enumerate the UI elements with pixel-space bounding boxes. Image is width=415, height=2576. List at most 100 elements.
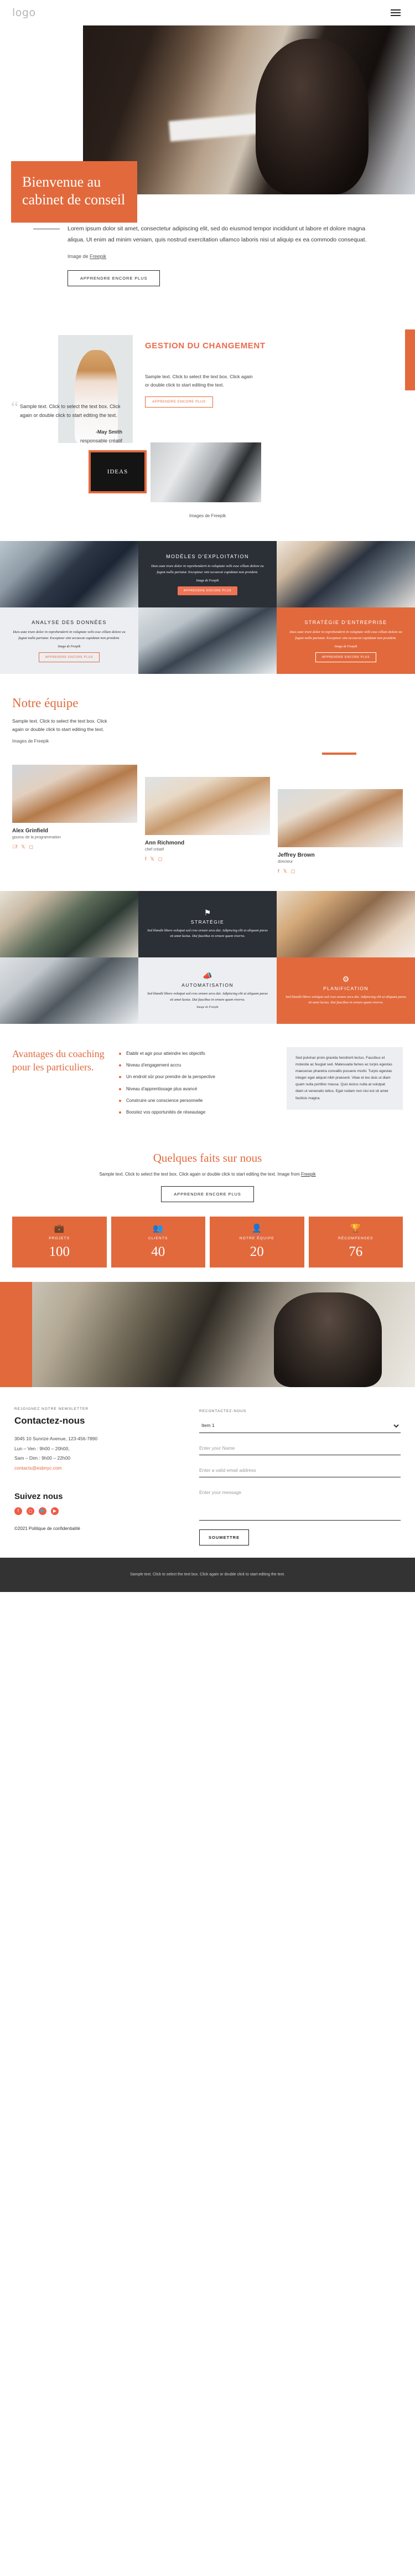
counter-clients: 👥 CLIENTS 40 (111, 1217, 205, 1268)
change-cta-button[interactable]: APPRENDRE ENCORE PLUS (145, 396, 213, 408)
member-socials: f 𝕏 ◻ (12, 844, 137, 850)
facts-heading: Quelques faits sur nous (153, 1151, 262, 1165)
service-credit: Image de Freepik (196, 579, 219, 583)
counter-projects: 💼 PROJETS 100 (12, 1217, 107, 1268)
submit-button[interactable]: SOUMETTRE (199, 1529, 250, 1546)
name-field[interactable] (199, 1442, 401, 1456)
trophy-icon: 🏆 (350, 1224, 361, 1234)
member-photo (278, 789, 403, 847)
instagram-icon[interactable]: ◻ (27, 1507, 34, 1515)
site-header: logo (0, 0, 415, 25)
counter-label: NOTRE ÉQUIPE (239, 1237, 274, 1241)
form-label: RECONTACTEZ-NOUS (199, 1409, 247, 1414)
testimonial-quote: “ Sample text. Click to select the text … (11, 399, 122, 446)
facebook-icon[interactable]: f (145, 856, 147, 862)
testimonial-author: -May Smith (95, 429, 122, 435)
list-item: Un endroit sûr pour prendre de la perspe… (119, 1074, 277, 1085)
contact-address: 3045 10 Sunrize Avenue, 123-456-7890 (14, 1436, 98, 1442)
service-credit: Image de Freepik (334, 645, 357, 649)
instagram-icon[interactable]: ◻ (291, 868, 295, 874)
follow-block: Suivez nous f ◻ 🐦 ▶ (14, 1492, 180, 1515)
contact-heading: Contactez-nous (14, 1415, 85, 1426)
twitter-icon[interactable]: 🐦 (39, 1507, 46, 1515)
service-cta-button[interactable]: APPRENDRE ENCORE PLUS (38, 652, 100, 663)
coaching-section: Avantages du coaching pour les particuli… (0, 1023, 415, 1140)
member-name: Jeffrey Brown (278, 852, 315, 858)
team-icon: 👤 (251, 1224, 262, 1234)
team-section: Notre équipe Sample text. Click to selec… (0, 674, 415, 765)
service-card-business-strategy: STRATÉGIE D'ENTREPRISE Duis aute irure d… (277, 607, 415, 674)
service-image-1 (0, 540, 138, 607)
hamburger-icon[interactable] (388, 7, 403, 18)
features-grid: ⚑ STRATÉGIE Sed blandit libero volutpat … (0, 890, 415, 1024)
facts-credit-link[interactable]: Freepik (301, 1172, 316, 1177)
quote-mark-icon: “ (11, 398, 19, 416)
desk-image (151, 442, 261, 502)
list-item: Établir et agir pour atteindre les objec… (119, 1050, 277, 1062)
message-field[interactable] (199, 1486, 401, 1521)
service-image-3 (138, 607, 277, 674)
team-members: Alex Grinfield gourou de la programmatio… (0, 764, 415, 891)
twitter-icon[interactable]: 𝕏 (21, 844, 25, 850)
instagram-icon[interactable]: ◻ (158, 856, 162, 862)
social-links: f ◻ 🐦 ▶ (14, 1507, 180, 1515)
feature-title: STRATÉGIE (190, 919, 225, 925)
copyright: ©2021 Politique de confidentialité (14, 1526, 80, 1531)
logo[interactable]: logo (12, 7, 36, 19)
team-member: Ann Richmond chef créatif f 𝕏 ◻ (145, 776, 270, 862)
feature-title: AUTOMATISATION (181, 982, 234, 988)
list-item: Boostez vos opportunités de réseautage (119, 1109, 277, 1121)
feature-body: Sed blandit libero volutpat sed cras orn… (147, 992, 268, 1002)
facebook-icon[interactable]: f (12, 844, 17, 850)
change-body-text: Sample text. Click to select the text bo… (145, 373, 253, 388)
footer-bar: Sample text. Click to select the text bo… (0, 1558, 415, 1592)
member-role: directeur (278, 859, 293, 864)
services-grid: MODÈLES D'EXPLOITATION Duis aute irure d… (0, 540, 415, 674)
feature-card-planning: ⚙ PLANIFICATION Sed blandit libero volut… (277, 957, 415, 1024)
list-item: Niveau d'engagement accru (119, 1062, 277, 1074)
service-title: ANALYSE DES DONNÉES (32, 619, 107, 625)
service-credit: Image de Freepik (58, 645, 81, 649)
member-name: Alex Grinfield (12, 827, 49, 834)
youtube-icon[interactable]: ▶ (51, 1507, 59, 1515)
feature-image-3 (0, 957, 138, 1024)
hero-cta-button[interactable]: APPRENDRE ENCORE PLUS (68, 270, 160, 286)
team-heading: Notre équipe (12, 695, 79, 710)
coaching-heading: Avantages du coaching pour les particuli… (12, 1048, 105, 1073)
newsletter-label: REJOIGNEZ NOTRE NEWSLETTER (14, 1407, 89, 1411)
email-field[interactable] (199, 1464, 401, 1478)
coaching-heading-col: Avantages du coaching pour les particuli… (12, 1047, 109, 1121)
facts-subtitle: Sample text. Click to select the text bo… (12, 1171, 403, 1178)
contact-email[interactable]: contacts@esbnyc.com (14, 1464, 180, 1473)
feature-body: Sed blandit libero volutpat sed cras orn… (147, 928, 268, 939)
member-photo (12, 764, 137, 823)
page-root: logo Bienvenue au cabinet de conseil Lor… (0, 0, 415, 1592)
facebook-icon[interactable]: f (14, 1507, 22, 1515)
service-image-2 (277, 540, 415, 607)
facts-cta-button[interactable]: APPRENDRE ENCORE PLUS (161, 1186, 254, 1203)
counter-label: CLIENTS (148, 1237, 168, 1241)
credit-link[interactable]: Freepik (90, 254, 106, 259)
facts-section: Quelques faits sur nous Sample text. Cli… (0, 1140, 415, 1207)
facebook-icon[interactable]: f (278, 868, 279, 874)
twitter-icon[interactable]: 𝕏 (151, 856, 154, 862)
contact-hours-weekend: Sam – Dim : 9h00 – 22h00 (14, 1455, 71, 1461)
change-credit: Images de Freepik (189, 513, 226, 518)
twitter-icon[interactable]: 𝕏 (283, 868, 287, 874)
service-cta-button[interactable]: APPRENDRE ENCORE PLUS (177, 586, 238, 596)
counters-row: 💼 PROJETS 100 👥 CLIENTS 40 👤 NOTRE ÉQUIP… (0, 1207, 415, 1268)
member-socials: f 𝕏 ◻ (145, 856, 270, 862)
testimonial-text: Sample text. Click to select the text bo… (20, 403, 121, 418)
counter-awards: 🏆 RÉCOMPENSES 76 (308, 1217, 403, 1268)
facts-sub-text: Sample text. Click to select the text bo… (99, 1171, 300, 1177)
accent-swatch (0, 1282, 32, 1388)
service-cta-button[interactable]: APPRENDRE ENCORE PLUS (315, 652, 377, 663)
follow-heading: Suivez nous (14, 1491, 63, 1501)
gear-icon: ⚙ (342, 974, 350, 983)
instagram-icon[interactable]: ◻ (29, 844, 33, 850)
feature-card-strategy: ⚑ STRATÉGIE Sed blandit libero volutpat … (138, 890, 277, 957)
service-card-data-analysis: ANALYSE DES DONNÉES Duis aute irure dolo… (0, 607, 138, 674)
coaching-benefits: Établir et agir pour atteindre les objec… (119, 1047, 277, 1121)
member-role: gourou de la programmation (12, 835, 61, 839)
subject-select[interactable]: Item 1 (199, 1419, 401, 1434)
